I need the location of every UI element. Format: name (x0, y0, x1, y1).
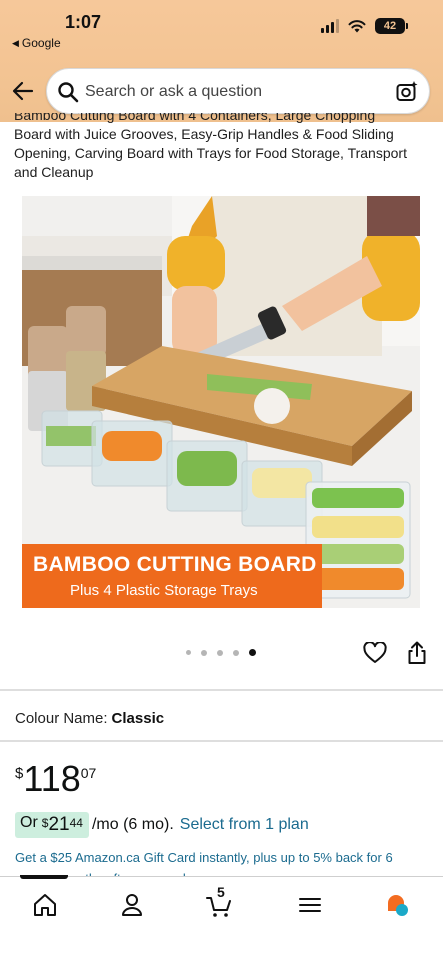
browser-header: 1:07 ◀ Google 42 Search or ask a questio… (0, 0, 443, 122)
wishlist-heart-icon[interactable] (363, 642, 387, 664)
plan-cents: 44 (69, 816, 83, 830)
plan-term: /mo (6 mo). (91, 816, 174, 833)
banner-subtitle: Plus 4 Plastic Storage Trays (70, 582, 258, 599)
back-to-app-link[interactable]: ◀ Google (12, 36, 61, 50)
product-title-line: Opening, Carving Board with Trays for Fo… (14, 145, 407, 161)
monthly-price-pill: Or $ 21 44 (15, 812, 89, 838)
back-triangle-icon: ◀ (12, 37, 19, 48)
product-title-line: Board with Juice Grooves, Easy-Grip Hand… (14, 126, 394, 142)
carousel-dot[interactable] (201, 649, 207, 656)
search-bar[interactable]: Search or ask a question (46, 68, 430, 114)
search-icon (58, 82, 79, 103)
product-banner: BAMBOO CUTTING BOARD Plus 4 Plastic Stor… (22, 544, 322, 608)
monthly-plan: Or $ 21 44 /mo (6 mo). Select from 1 pla… (15, 812, 309, 838)
carousel-dot-active[interactable] (249, 649, 256, 656)
plan-prefix: Or (20, 814, 38, 831)
home-icon[interactable] (31, 891, 59, 919)
plan-whole: 21 (48, 814, 70, 835)
status-icons: 42 (321, 18, 408, 34)
price-currency: $ (15, 765, 24, 782)
carousel-dot[interactable] (233, 649, 239, 656)
wifi-icon (348, 20, 366, 33)
carousel-dot[interactable] (186, 650, 191, 655)
battery-icon: 42 (375, 18, 408, 34)
back-app-label: Google (21, 36, 61, 50)
price: $ 118 07 (15, 760, 96, 798)
image-carousel-dots[interactable] (186, 649, 256, 656)
search-placeholder: Search or ask a question (85, 83, 262, 100)
rufus-icon[interactable] (384, 891, 412, 919)
select-plan-link[interactable]: Select from 1 plan (180, 816, 309, 834)
divider (0, 689, 443, 691)
colour-value: Classic (111, 710, 165, 727)
cellular-signal-icon (321, 19, 339, 33)
colour-selector[interactable]: Colour Name: Classic (15, 710, 164, 727)
plan-currency: $ (41, 816, 49, 830)
nav-active-indicator (20, 875, 68, 879)
carousel-dot[interactable] (217, 649, 223, 656)
banner-title: BAMBOO CUTTING BOARD (33, 553, 317, 576)
status-time: 1:07 (65, 12, 102, 32)
account-icon[interactable] (118, 891, 146, 919)
price-whole: 118 (23, 758, 81, 799)
price-cents: 07 (80, 765, 97, 781)
back-arrow-icon[interactable] (10, 78, 36, 104)
product-image[interactable]: BAMBOO CUTTING BOARD Plus 4 Plastic Stor… (22, 196, 420, 608)
menu-icon[interactable] (296, 891, 324, 919)
product-title-line: Bamboo Cutting Board with 4 Containers, … (14, 113, 376, 123)
share-icon[interactable] (406, 641, 428, 665)
product-title: Bamboo Cutting Board with 4 Containers, … (14, 113, 432, 189)
cart-count-badge: 5 (217, 884, 225, 900)
product-title-line: and Cleanup (14, 164, 94, 180)
gift-card-offer-link[interactable]: Get a $25 Amazon.ca Gift Card instantly,… (15, 850, 393, 865)
colour-label: Colour Name: (15, 710, 108, 727)
camera-search-icon[interactable] (395, 80, 419, 104)
divider (0, 740, 443, 742)
